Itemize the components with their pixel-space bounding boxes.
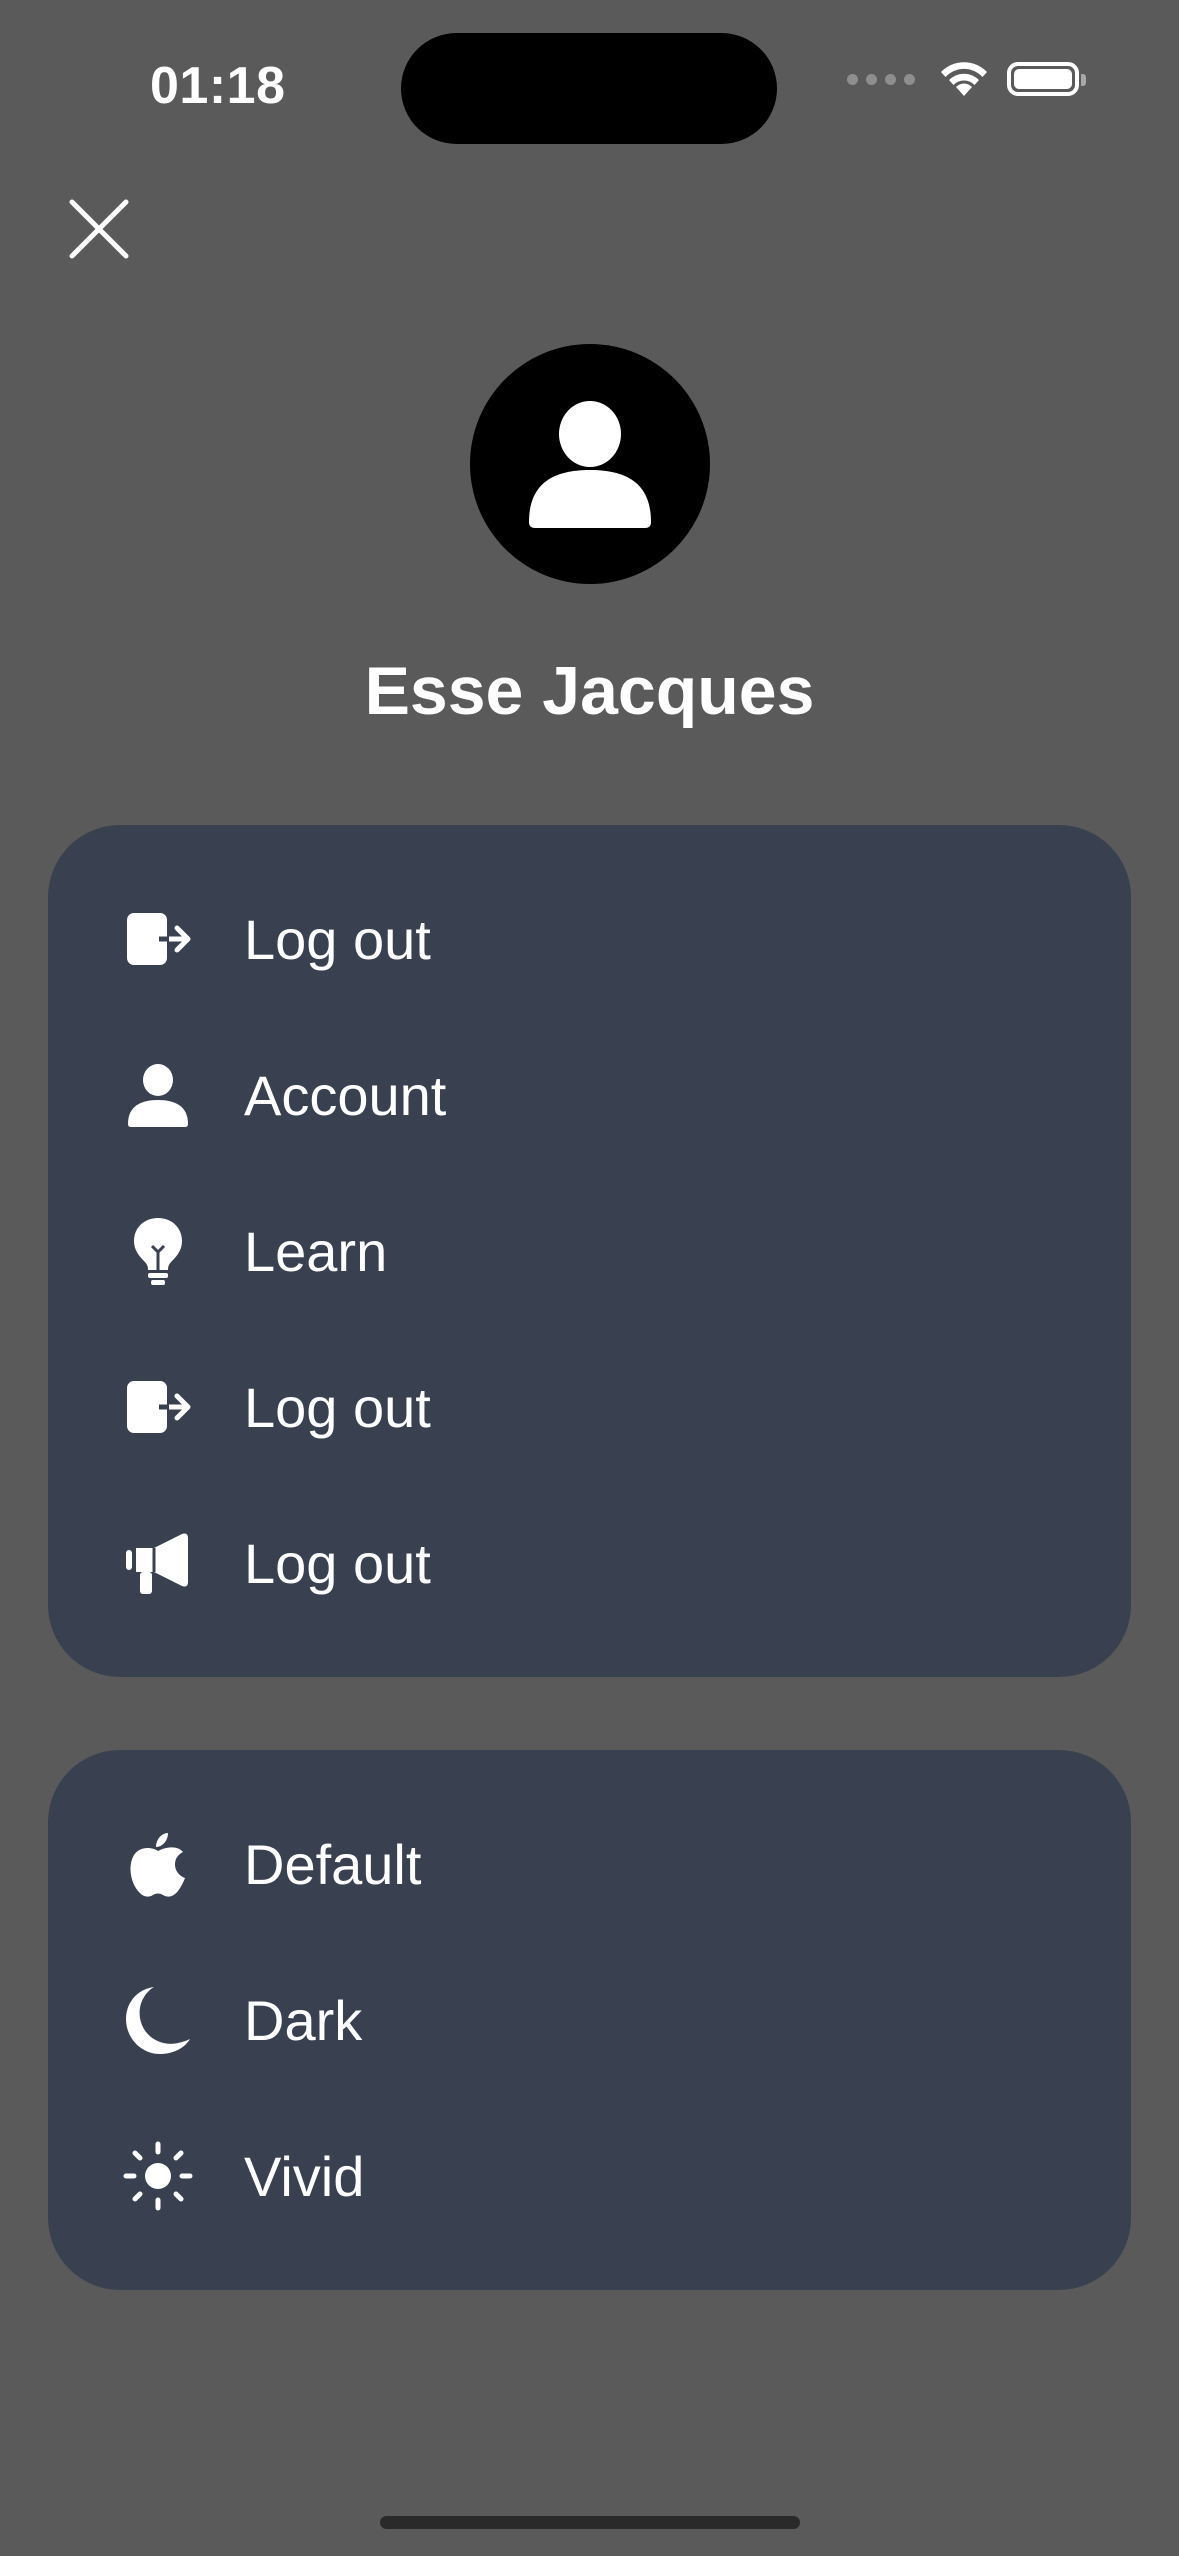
- menu-item-label: Learn: [244, 1219, 388, 1283]
- lightbulb-icon: [123, 1216, 193, 1286]
- menu-item-default-theme[interactable]: Default: [48, 1786, 1131, 1942]
- menu-item-label: Log out: [244, 907, 431, 971]
- megaphone-icon: [123, 1528, 193, 1598]
- menu-item-label: Default: [244, 1832, 422, 1896]
- account-menu-card: Log out Account Learn Log out Log out: [48, 825, 1131, 1677]
- menu-item-label: Vivid: [244, 2144, 365, 2208]
- wifi-icon: [941, 62, 987, 96]
- close-button[interactable]: [62, 192, 136, 266]
- apple-icon: [123, 1829, 193, 1899]
- home-indicator[interactable]: [380, 2516, 800, 2529]
- moon-icon: [123, 1985, 193, 2055]
- dynamic-island: [401, 33, 777, 144]
- cellular-signal-icon: [847, 73, 915, 85]
- menu-item-account[interactable]: Account: [48, 1017, 1131, 1173]
- menu-item-vivid-theme[interactable]: Vivid: [48, 2098, 1131, 2254]
- theme-menu-card: Default Dark Vivid: [48, 1750, 1131, 2290]
- status-bar: 01:18: [0, 0, 1179, 180]
- menu-item-label: Log out: [244, 1375, 431, 1439]
- sun-icon: [123, 2141, 193, 2211]
- menu-item-log-out[interactable]: Log out: [48, 861, 1131, 1017]
- battery-icon: [1007, 62, 1086, 96]
- menu-item-label: Log out: [244, 1531, 431, 1595]
- menu-item-learn[interactable]: Learn: [48, 1173, 1131, 1329]
- status-time: 01:18: [150, 57, 286, 115]
- status-indicators: [847, 60, 1086, 98]
- logout-icon: [123, 1372, 193, 1442]
- menu-item-log-out-2[interactable]: Log out: [48, 1329, 1131, 1485]
- profile-name: Esse Jacques: [364, 653, 815, 729]
- avatar: [470, 344, 710, 584]
- logout-icon: [123, 904, 193, 974]
- menu-item-label: Dark: [244, 1988, 363, 2052]
- close-icon: [69, 199, 129, 259]
- menu-item-log-out-3[interactable]: Log out: [48, 1485, 1131, 1641]
- person-icon: [529, 401, 651, 528]
- person-icon: [123, 1060, 193, 1130]
- menu-item-label: Account: [244, 1063, 447, 1127]
- menu-item-dark-theme[interactable]: Dark: [48, 1942, 1131, 2098]
